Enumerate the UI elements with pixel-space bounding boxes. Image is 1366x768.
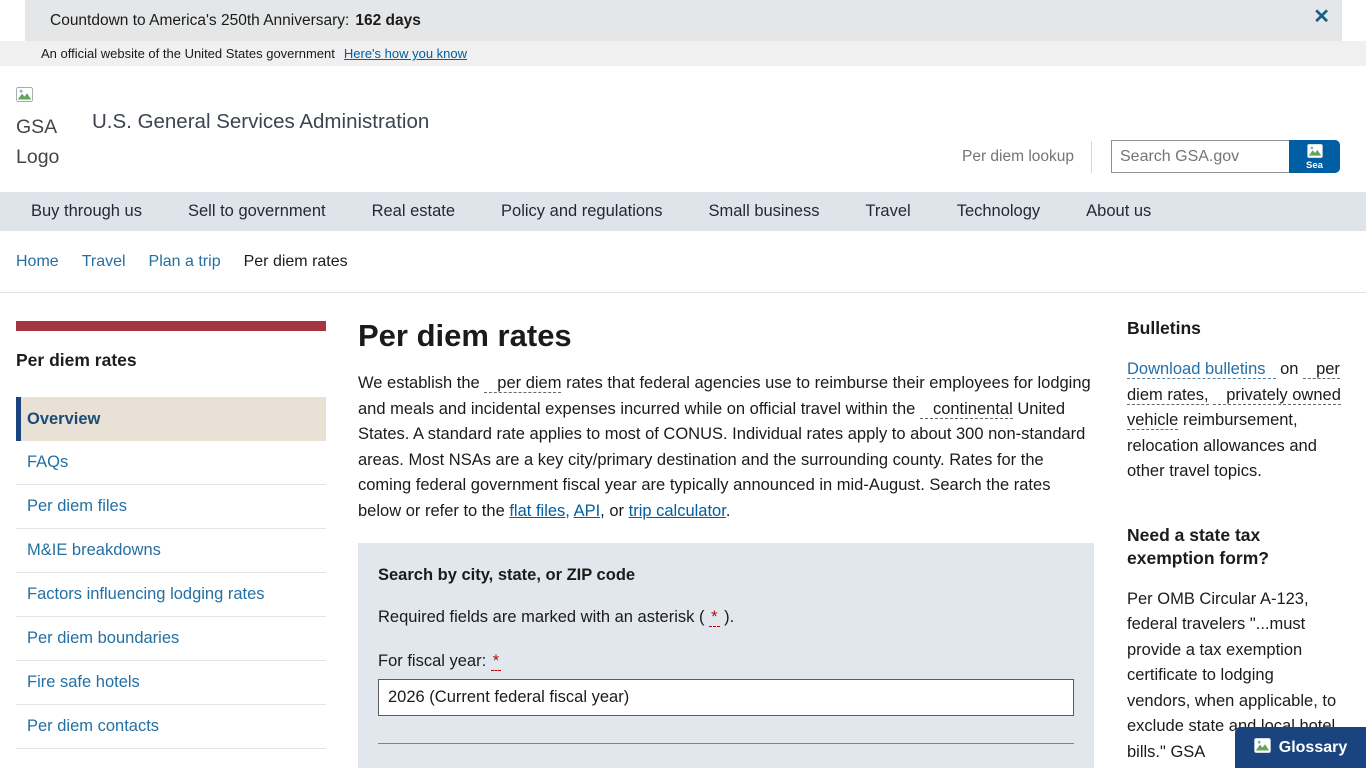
- required-asterisk: *: [709, 608, 719, 627]
- trip-calculator-link[interactable]: trip calculator: [629, 502, 726, 520]
- countdown-banner: Countdown to America's 250th Anniversary…: [25, 0, 1342, 41]
- search-input[interactable]: [1111, 140, 1289, 173]
- official-banner: An official website of the United States…: [0, 41, 1366, 66]
- header-divider: [1091, 141, 1092, 173]
- sidebar-item-overview[interactable]: Overview: [16, 397, 326, 441]
- fiscal-year-label: For fiscal year: *: [378, 652, 1074, 671]
- intro-text: , or: [600, 502, 624, 520]
- side-nav: Per diem rates Overview FAQs Per diem fi…: [16, 293, 326, 749]
- glossary-button[interactable]: Glossary: [1235, 727, 1366, 768]
- fiscal-year-select[interactable]: 2026 (Current federal fiscal year): [378, 679, 1074, 716]
- countdown-message: Countdown to America's 250th Anniversary…: [25, 12, 349, 30]
- fiscal-year-label-text: For fiscal year:: [378, 652, 486, 670]
- close-icon[interactable]: ✕: [1313, 7, 1330, 27]
- sidebar-item-label[interactable]: Overview: [21, 410, 326, 429]
- required-note: Required fields are marked with an aster…: [378, 608, 1074, 627]
- api-link[interactable]: API: [574, 502, 601, 520]
- gsa-logo-alt-text: GSA Logo: [16, 116, 59, 167]
- nav-item-small-business[interactable]: Small business: [708, 202, 819, 221]
- heres-how-you-know-link[interactable]: Here's how you know: [344, 46, 467, 61]
- sidebar-item-label[interactable]: Per diem files: [16, 497, 326, 516]
- glossary-button-label: Glossary: [1279, 739, 1347, 757]
- sidebar-item-fire-safe-hotels[interactable]: Fire safe hotels: [16, 661, 326, 705]
- per-diem-search-panel: Search by city, state, or ZIP code Requi…: [358, 543, 1094, 768]
- sidebar-item-label[interactable]: Fire safe hotels: [16, 673, 326, 692]
- search-button-alt-text: Sea: [1306, 160, 1323, 171]
- broken-image-icon: [16, 82, 80, 111]
- breadcrumb: Home Travel Plan a trip Per diem rates: [0, 231, 1366, 293]
- gsa-logo[interactable]: GSA Logo: [16, 82, 80, 172]
- sidebar-item-faqs[interactable]: FAQs: [16, 441, 326, 485]
- breadcrumb-travel[interactable]: Travel: [82, 253, 126, 271]
- per-diem-lookup-link[interactable]: Per diem lookup: [962, 148, 1074, 166]
- sidebar-item-factors-influencing-lodging-rates[interactable]: Factors influencing lodging rates: [16, 573, 326, 617]
- sidebar-item-label[interactable]: M&IE breakdowns: [16, 541, 326, 560]
- sidebar-item-per-diem-boundaries[interactable]: Per diem boundaries: [16, 617, 326, 661]
- panel-divider: [378, 743, 1074, 744]
- sidebar-item-label[interactable]: Per diem contacts: [16, 717, 326, 736]
- nav-item-about-us[interactable]: About us: [1086, 202, 1151, 221]
- sidebar-item-label[interactable]: Factors influencing lodging rates: [16, 585, 326, 604]
- required-note-text: ).: [724, 608, 734, 626]
- primary-nav: Buy through us Sell to government Real e…: [0, 192, 1366, 231]
- flat-files-link[interactable]: flat files,: [509, 502, 570, 520]
- sidebar-item-label[interactable]: Per diem boundaries: [16, 629, 326, 648]
- side-nav-accent-bar: [16, 321, 326, 331]
- search-button[interactable]: Sea: [1289, 140, 1340, 173]
- main-content: Per diem rates We establish the per diem…: [358, 293, 1094, 768]
- bulletins-title: Bulletins: [1127, 317, 1341, 340]
- sidebar-item-per-diem-files[interactable]: Per diem files: [16, 485, 326, 529]
- official-banner-text: An official website of the United States…: [41, 46, 335, 61]
- intro-text: .: [726, 502, 731, 520]
- broken-image-icon: [1307, 144, 1323, 161]
- breadcrumb-home[interactable]: Home: [16, 253, 59, 271]
- nav-item-sell-to-government[interactable]: Sell to government: [188, 202, 326, 221]
- nav-item-policy-and-regulations[interactable]: Policy and regulations: [501, 202, 662, 221]
- continental-term[interactable]: continental: [920, 400, 1013, 419]
- header-actions: Per diem lookup Sea: [962, 140, 1340, 173]
- nav-item-travel[interactable]: Travel: [865, 202, 910, 221]
- countdown-days: 162 days: [355, 12, 421, 30]
- sidebar-item-mie-breakdowns[interactable]: M&IE breakdowns: [16, 529, 326, 573]
- intro-paragraph: We establish the per diem rates that fed…: [358, 371, 1094, 524]
- side-nav-title: Per diem rates: [16, 350, 326, 371]
- fiscal-year-value: 2026 (Current federal fiscal year): [388, 688, 629, 707]
- bulletins-text: Download bulletins on per diem rates, pr…: [1127, 357, 1341, 485]
- sidebar-item-per-diem-contacts[interactable]: Per diem contacts: [16, 705, 326, 749]
- site-title: U.S. General Services Administration: [92, 110, 429, 134]
- per-diem-term[interactable]: per diem: [484, 374, 561, 393]
- page-title: Per diem rates: [358, 318, 1094, 354]
- required-asterisk: *: [491, 652, 501, 671]
- broken-image-icon: [1254, 738, 1271, 758]
- bulletins-text-segment: on: [1280, 360, 1298, 378]
- nav-item-buy-through-us[interactable]: Buy through us: [31, 202, 142, 221]
- intro-text: We establish the: [358, 374, 480, 392]
- content: Per diem rates Overview FAQs Per diem fi…: [0, 293, 1366, 768]
- breadcrumb-plan-a-trip[interactable]: Plan a trip: [149, 253, 221, 271]
- side-nav-list: Overview FAQs Per diem files M&IE breakd…: [16, 397, 326, 749]
- search-panel-title: Search by city, state, or ZIP code: [378, 566, 1074, 585]
- tax-exemption-title: Need a state tax exemption form?: [1127, 524, 1341, 570]
- breadcrumb-current: Per diem rates: [244, 253, 348, 271]
- site-header: GSA Logo U.S. General Services Administr…: [0, 66, 1366, 192]
- page: Countdown to America's 250th Anniversary…: [0, 0, 1366, 768]
- sidebar-item-label[interactable]: FAQs: [16, 453, 326, 472]
- required-note-text: Required fields are marked with an aster…: [378, 608, 704, 626]
- download-bulletins-link[interactable]: Download bulletins: [1127, 360, 1276, 379]
- nav-item-real-estate[interactable]: Real estate: [372, 202, 455, 221]
- right-sidebar: Bulletins Download bulletins on per diem…: [1127, 293, 1341, 765]
- nav-item-technology[interactable]: Technology: [957, 202, 1040, 221]
